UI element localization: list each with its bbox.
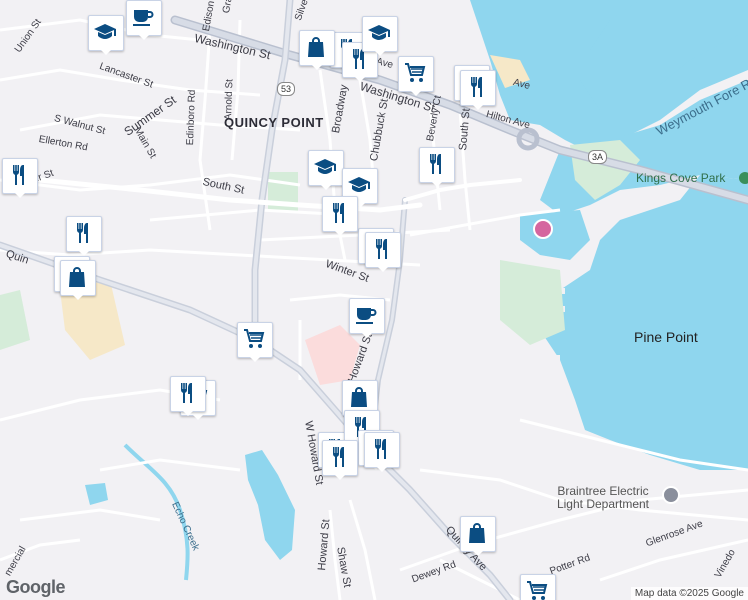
marker-tip (353, 75, 367, 82)
marker-tip (376, 265, 390, 272)
poi-marker[interactable] (66, 216, 102, 256)
marker-tip (13, 191, 27, 198)
marker-tip (77, 249, 91, 256)
map-attribution[interactable]: Map data ©2025 Google (630, 587, 748, 600)
poi-marker[interactable] (2, 158, 38, 198)
poi-marker[interactable] (419, 147, 455, 187)
poi-marker[interactable] (60, 260, 96, 300)
poi-marker[interactable] (126, 0, 162, 40)
park-pin-icon[interactable] (739, 172, 748, 184)
map-canvas[interactable]: Washington St Washington St South St Sou… (0, 0, 748, 600)
poi-marker[interactable] (299, 30, 335, 70)
poi-marker[interactable] (322, 196, 358, 236)
place-label: Pine Point (634, 329, 698, 345)
poi-marker[interactable] (88, 15, 124, 55)
marker-tip (430, 180, 444, 187)
marker-tip (333, 473, 347, 480)
marker-tip (248, 355, 262, 362)
route-shield: 53 (277, 82, 296, 96)
poi-marker[interactable] (362, 16, 398, 56)
marker-tip (99, 48, 113, 55)
street-label: Edinboro Rd (184, 89, 198, 146)
area-label: QUINCY POINT (224, 115, 324, 130)
poi-marker[interactable] (520, 574, 556, 600)
poi-marker[interactable] (365, 232, 401, 272)
museum-icon[interactable] (533, 219, 553, 239)
marker-tip (181, 409, 195, 416)
google-logo: Google (6, 577, 66, 597)
marker-tip (71, 293, 85, 300)
marker-tip (471, 549, 485, 556)
poi-marker[interactable] (349, 298, 385, 338)
route-shield: 3A (588, 150, 608, 164)
poi-marker[interactable] (398, 56, 434, 96)
poi-marker[interactable] (322, 440, 358, 480)
marker-tip (471, 103, 485, 110)
poi-marker[interactable] (460, 70, 496, 110)
poi-label: Braintree Electric Light Department (556, 484, 650, 511)
marker-tip (360, 331, 374, 338)
poi-marker[interactable] (308, 150, 344, 190)
marker-tip (310, 63, 324, 70)
poi-marker[interactable] (364, 432, 400, 472)
marker-tip (333, 229, 347, 236)
marker-tip (319, 183, 333, 190)
marker-tip (375, 465, 389, 472)
marker-tip (137, 33, 151, 40)
park-label: Kings Cove Park (636, 171, 726, 185)
poi-marker[interactable] (170, 376, 206, 416)
poi-marker[interactable] (460, 516, 496, 556)
office-icon[interactable] (662, 486, 680, 504)
poi-marker[interactable] (237, 322, 273, 362)
marker-tip (409, 89, 423, 96)
marker-tip (373, 49, 387, 56)
